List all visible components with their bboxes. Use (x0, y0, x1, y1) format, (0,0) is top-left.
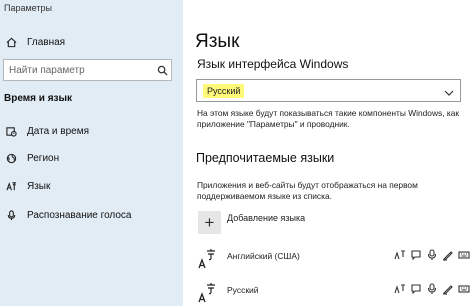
display-language-description-2: приложение "Параметры" и проводник. (197, 119, 350, 129)
sidebar-item-label: Главная (27, 36, 66, 48)
language-glyph-icon (198, 248, 218, 270)
microphone-icon (426, 248, 438, 260)
selected-language: Русский (203, 83, 245, 98)
sidebar: Параметры Главная Время и язык Дата и вр… (0, 0, 183, 306)
handwriting-icon (442, 282, 454, 295)
page-title: Язык (195, 31, 240, 52)
display-language-description-1: На этом языке будут показываться такие к… (197, 108, 460, 118)
language-name: Английский (США) (227, 251, 300, 261)
globe-icon (5, 152, 17, 164)
sidebar-item-label: Распознавание голоса (27, 209, 132, 221)
sidebar-item-language[interactable]: Язык (0, 175, 183, 197)
sidebar-item-speech[interactable]: Распознавание голоса (0, 204, 183, 226)
search-input[interactable] (4, 61, 153, 79)
preferred-languages-description-1: Приложения и веб-сайты будут отображатьс… (197, 180, 418, 190)
language-item-english[interactable]: Английский (США) (198, 246, 470, 270)
display-language-feature-icon (394, 248, 406, 260)
calendar-clock-icon (5, 125, 17, 137)
language-name: Русский (227, 285, 259, 295)
home-icon (5, 36, 17, 48)
sidebar-item-region[interactable]: Регион (0, 147, 183, 169)
add-language-button[interactable]: + (198, 211, 221, 234)
language-glyph-icon (198, 282, 218, 304)
keyboard-icon (458, 248, 470, 260)
sidebar-item-home[interactable]: Главная (0, 31, 183, 53)
language-item-russian[interactable]: Русский (198, 280, 470, 304)
plus-icon: + (204, 212, 215, 232)
preferred-languages-description-2: поддерживаемом языке из списка. (197, 191, 332, 201)
microphone-icon (426, 282, 438, 294)
handwriting-icon (442, 248, 454, 261)
sidebar-item-label: Регион (27, 152, 60, 164)
speech-feature-icon (410, 248, 422, 261)
display-language-feature-icon (394, 282, 406, 294)
sidebar-item-label: Дата и время (27, 125, 90, 137)
search-icon[interactable] (153, 61, 171, 79)
speech-feature-icon (410, 282, 422, 295)
display-language-select[interactable]: Русский (196, 79, 461, 102)
sidebar-item-date-time[interactable]: Дата и время (0, 120, 183, 142)
add-language-label[interactable]: Добавление языка (227, 213, 305, 223)
search-box (3, 59, 172, 81)
chevron-down-icon (444, 85, 454, 96)
sidebar-item-label: Язык (27, 180, 51, 192)
window-title: Параметры (4, 3, 52, 13)
keyboard-icon (458, 282, 470, 294)
display-language-heading: Язык интерфейса Windows (197, 57, 349, 71)
main-content: Язык Язык интерфейса Windows Русский На … (183, 0, 474, 306)
language-icon (5, 180, 17, 192)
preferred-languages-heading: Предпочитаемые языки (196, 151, 335, 165)
sidebar-section-title: Время и язык (4, 93, 73, 104)
microphone-icon (5, 209, 17, 221)
